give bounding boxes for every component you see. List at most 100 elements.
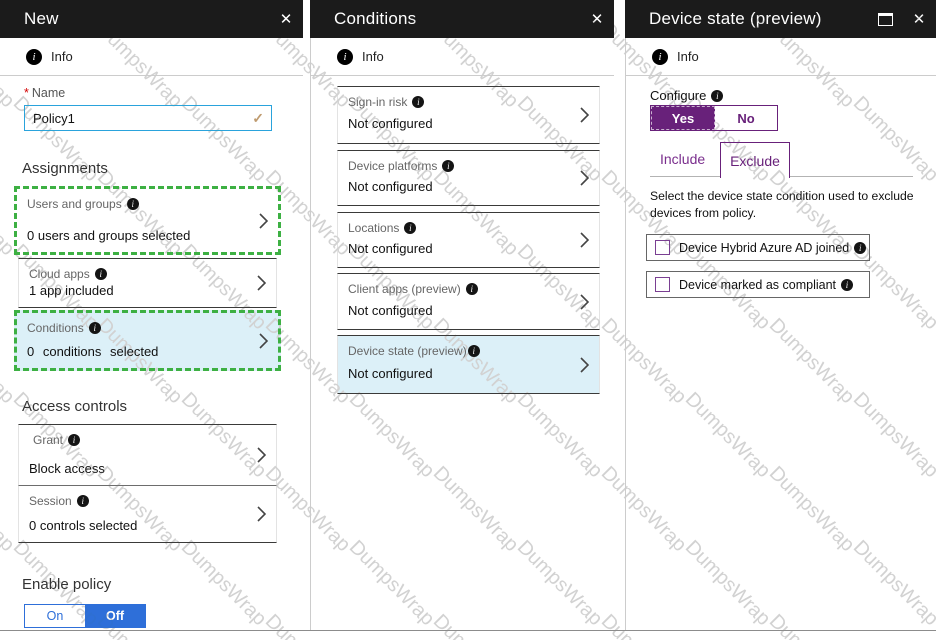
checkbox-unchecked[interactable] — [655, 277, 670, 292]
exclude-description: Select the device state condition used t… — [650, 189, 914, 221]
client-apps-value: Not configured — [348, 303, 433, 318]
info-icon[interactable]: i — [404, 222, 417, 234]
panel-title-device-state: Device state (preview) — [649, 9, 822, 28]
grant-label-text: Grant — [33, 433, 64, 447]
enable-policy-heading: Enable policy — [22, 576, 112, 593]
cloud-apps-card[interactable]: Cloud apps i 1 app included — [18, 258, 277, 308]
device-state-panel-body: i Info Configure i Yes No Include Exclud… — [625, 38, 936, 631]
users-and-groups-label-text: Users and groups — [27, 197, 122, 211]
new-panel-header: New ✕ — [0, 0, 303, 38]
info-icon: i — [337, 48, 353, 65]
toggle-no-option[interactable]: No — [715, 106, 777, 130]
conditions-panel: Conditions ✕ i Info Sign-in risk i Not c… — [310, 0, 614, 631]
locations-label: Locations i — [348, 221, 417, 235]
tab-include[interactable]: Include — [660, 151, 705, 167]
conditions-card[interactable]: Conditions i 0 conditions selected — [14, 310, 281, 371]
hybrid-azure-ad-joined-option[interactable]: Device Hybrid Azure AD joined i — [646, 234, 870, 261]
info-banner: i Info — [0, 38, 303, 76]
info-icon[interactable]: i — [76, 495, 89, 507]
assignments-heading: Assignments — [22, 160, 108, 177]
locations-card[interactable]: Locations i Not configured — [337, 212, 600, 268]
policy-name-input[interactable] — [25, 106, 271, 130]
info-icon[interactable]: i — [711, 89, 724, 102]
chevron-right-icon — [257, 447, 266, 463]
valid-check-icon: ✓ — [252, 110, 264, 126]
hybrid-azure-ad-joined-label-text: Device Hybrid Azure AD joined — [679, 240, 850, 255]
client-apps-label-text: Client apps (preview) — [348, 282, 461, 296]
info-icon[interactable]: i — [126, 198, 139, 210]
info-icon: i — [652, 48, 668, 65]
configure-label: Configure i — [650, 88, 724, 103]
enable-policy-toggle: On Off — [24, 604, 146, 628]
info-icon[interactable]: i — [94, 268, 107, 280]
maximize-icon[interactable] — [870, 0, 900, 38]
device-state-card[interactable]: Device state (preview) i Not configured — [337, 335, 600, 394]
info-icon[interactable]: i — [854, 241, 867, 254]
session-label-text: Session — [29, 494, 72, 508]
include-exclude-tabs: Include Exclude — [650, 142, 913, 178]
conditions-panel-header: Conditions ✕ — [310, 0, 614, 38]
device-platforms-value: Not configured — [348, 179, 433, 194]
new-policy-panel: New ✕ i Info *Name ✓ Assignments Users a… — [0, 0, 303, 631]
users-and-groups-label: Users and groups i — [27, 197, 139, 211]
close-icon[interactable]: ✕ — [582, 0, 612, 38]
info-icon[interactable]: i — [412, 96, 425, 108]
chevron-right-icon — [580, 232, 589, 248]
sign-in-risk-label: Sign-in risk i — [348, 95, 425, 109]
info-label: Info — [51, 49, 73, 64]
sign-in-risk-card[interactable]: Sign-in risk i Not configured — [337, 86, 600, 144]
required-asterisk: * — [24, 86, 29, 100]
toggle-off-option[interactable]: Off — [85, 605, 145, 627]
marked-as-compliant-label: Device marked as compliant i — [679, 278, 854, 292]
maximize-glyph — [877, 12, 893, 26]
chevron-right-icon — [259, 332, 268, 349]
conditions-label: Conditions i — [27, 321, 101, 335]
users-and-groups-card[interactable]: Users and groups i 0 users and groups se… — [14, 186, 281, 255]
grant-value: Block access — [29, 461, 105, 476]
toggle-yes-option[interactable]: Yes — [651, 106, 715, 130]
checkbox-unchecked[interactable] — [655, 240, 670, 255]
grant-label: Grant i — [33, 433, 81, 447]
info-icon[interactable]: i — [467, 345, 480, 357]
info-icon[interactable]: i — [465, 283, 478, 295]
info-icon[interactable]: i — [68, 434, 81, 446]
info-banner: i Info — [311, 38, 614, 76]
session-card[interactable]: Session i 0 controls selected — [18, 486, 277, 543]
toggle-on-option[interactable]: On — [25, 605, 85, 627]
device-platforms-label-text: Device platforms — [348, 159, 438, 173]
device-state-panel: Device state (preview) ✕ i Info Configur… — [625, 0, 936, 631]
tab-exclude[interactable]: Exclude — [720, 142, 790, 178]
cloud-apps-label: Cloud apps i — [29, 267, 107, 281]
chevron-right-icon — [257, 275, 266, 291]
marked-as-compliant-option[interactable]: Device marked as compliant i — [646, 271, 870, 298]
info-icon[interactable]: i — [442, 160, 455, 172]
sign-in-risk-label-text: Sign-in risk — [348, 95, 408, 109]
chevron-right-icon — [257, 506, 266, 522]
client-apps-card[interactable]: Client apps (preview) i Not configured — [337, 273, 600, 330]
info-label: Info — [677, 49, 699, 64]
info-icon: i — [26, 48, 42, 65]
device-state-panel-header: Device state (preview) ✕ — [625, 0, 936, 38]
panel-title-new: New — [24, 9, 59, 28]
close-icon[interactable]: ✕ — [271, 0, 301, 38]
chevron-right-icon — [580, 170, 589, 186]
info-icon[interactable]: i — [88, 322, 101, 334]
info-label: Info — [362, 49, 384, 64]
grant-card[interactable]: Grant i Block access — [18, 424, 277, 486]
sign-in-risk-value: Not configured — [348, 116, 433, 131]
configure-toggle: Yes No — [650, 105, 778, 131]
locations-label-text: Locations — [348, 221, 400, 235]
device-platforms-card[interactable]: Device platforms i Not configured — [337, 150, 600, 206]
session-value: 0 controls selected — [29, 518, 138, 533]
close-icon[interactable]: ✕ — [904, 0, 934, 38]
session-label: Session i — [29, 494, 89, 508]
conditions-value: 0 conditions selected — [27, 344, 159, 359]
device-platforms-label: Device platforms i — [348, 159, 455, 173]
cloud-apps-label-text: Cloud apps — [29, 267, 90, 281]
device-state-label-text: Device state (preview) — [348, 344, 467, 358]
chevron-right-icon — [580, 107, 589, 123]
info-icon[interactable]: i — [841, 278, 854, 291]
chevron-right-icon — [580, 356, 589, 373]
azure-conditional-access-screen: New ✕ i Info *Name ✓ Assignments Users a… — [0, 0, 936, 640]
users-and-groups-value: 0 users and groups selected — [27, 228, 191, 243]
